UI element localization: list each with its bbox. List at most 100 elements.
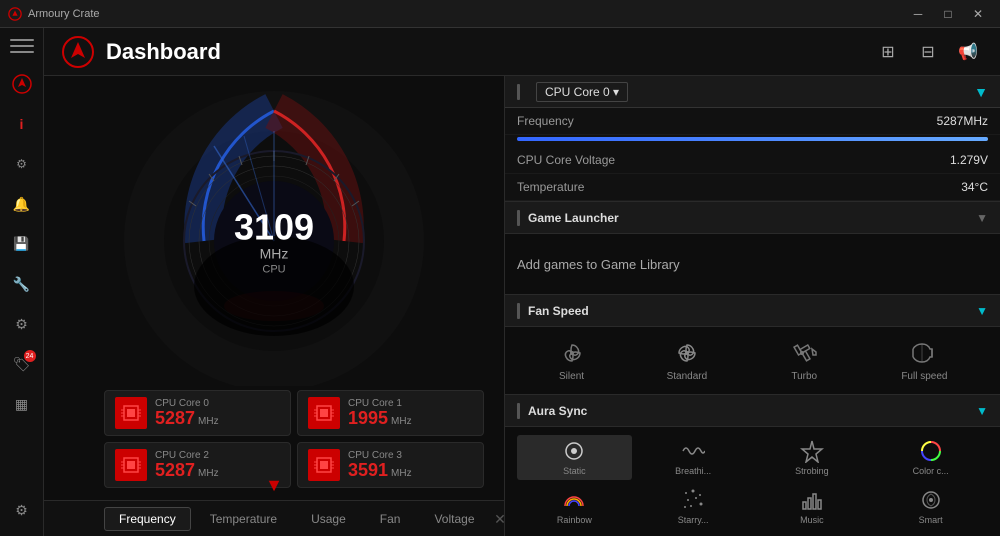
cpu-voltage-row: CPU Core Voltage 1.279V: [505, 147, 1000, 174]
tab-temperature[interactable]: Temperature: [195, 507, 292, 531]
core-card-0[interactable]: CPU Core 0 5287 MHz: [104, 390, 291, 436]
close-button[interactable]: ✕: [964, 0, 992, 28]
aura-chevron: ▼: [976, 404, 988, 418]
sidebar-item-grid[interactable]: ▦: [4, 386, 40, 422]
core-info-0: CPU Core 0 5287 MHz: [155, 398, 219, 429]
fan-mode-turbo[interactable]: Turbo: [780, 335, 828, 386]
rog-heart-icon: ▼: [265, 475, 283, 496]
sidebar-item-notifications[interactable]: 🔔: [4, 186, 40, 222]
aura-music-icon: [800, 488, 824, 512]
sidebar-item-tag[interactable]: 🏷 24: [4, 346, 40, 382]
sidebar-item-performance[interactable]: ⚙: [4, 306, 40, 342]
core-name-0: CPU Core 0: [155, 398, 219, 409]
temperature-label: Temperature: [517, 180, 961, 194]
core-unit-1: MHz: [391, 416, 412, 427]
sidebar-item-info[interactable]: i: [4, 106, 40, 142]
aura-starry[interactable]: Starry...: [636, 484, 751, 529]
cpu-core-select[interactable]: CPU Core 0 ▾: [536, 82, 628, 102]
fan-turbo-label: Turbo: [791, 371, 817, 382]
core-icon-2: [115, 449, 147, 481]
minimize-button[interactable]: ─: [904, 0, 932, 28]
fan-silent-label: Silent: [559, 371, 584, 382]
aura-breathing[interactable]: Breathi...: [636, 435, 751, 480]
gauge-label: CPU: [234, 264, 314, 276]
game-launcher-title: Game Launcher: [528, 211, 976, 225]
header-actions: ⊞ ⊟ 📢: [872, 36, 984, 68]
aura-color-cycle[interactable]: Color c...: [873, 435, 988, 480]
fan-fullspeed-label: Full speed: [901, 371, 947, 382]
cpu-widget-content: Frequency 5287MHz CPU Core Voltage 1.279…: [505, 108, 1000, 201]
aura-rainbow-label: Rainbow: [557, 515, 592, 525]
fan-speed-title: Fan Speed: [528, 304, 976, 318]
aura-rainbow-icon: [562, 488, 586, 512]
sidebar-item-tools[interactable]: 🔧: [4, 266, 40, 302]
aura-sync-header[interactable]: Aura Sync ▼: [505, 395, 1000, 427]
frequency-bar: [517, 137, 988, 141]
fan-mode-silent[interactable]: Silent: [550, 335, 594, 386]
core-card-3[interactable]: CPU Core 3 3591 MHz: [297, 442, 484, 488]
tab-voltage[interactable]: Voltage: [419, 507, 489, 531]
core-info-1: CPU Core 1 1995 MHz: [348, 398, 412, 429]
gauge-display: 3109 MHz CPU: [234, 210, 314, 276]
bottom-tabs: Frequency Temperature Usage Fan Voltage: [44, 500, 504, 536]
app-icon: [8, 7, 22, 21]
aura-strobing[interactable]: Strobing: [755, 435, 870, 480]
fan-standard-icon: [673, 339, 701, 367]
cpu-chip-icon-2: [120, 454, 142, 476]
fan-speed-widget: Fan Speed ▼ Silent: [505, 295, 1000, 395]
tab-frequency[interactable]: Frequency: [104, 507, 191, 531]
aura-static[interactable]: Static: [517, 435, 632, 480]
fan-speed-header[interactable]: Fan Speed ▼: [505, 295, 1000, 327]
view-grid-button[interactable]: ⊟: [912, 36, 944, 68]
core-info-2: CPU Core 2 5287 MHz: [155, 450, 219, 481]
fan-mode-fullspeed[interactable]: Full speed: [893, 335, 955, 386]
widget-border-accent: [517, 84, 520, 100]
sidebar-item-settings-bottom[interactable]: ⚙: [4, 492, 40, 528]
aura-sync-widget: Aura Sync ▼ Static: [505, 395, 1000, 536]
cpu-temperature-row: Temperature 34°C: [505, 174, 1000, 201]
view-list-button[interactable]: ⊞: [872, 36, 904, 68]
aura-border: [517, 403, 520, 419]
frequency-label: Frequency: [517, 114, 937, 128]
aura-breathing-label: Breathi...: [675, 466, 711, 476]
core-unit-2: MHz: [198, 468, 219, 479]
aura-music[interactable]: Music: [755, 484, 870, 529]
core-freq-2: 5287: [155, 461, 195, 481]
tab-fan[interactable]: Fan: [365, 507, 416, 531]
cpu-widget-chevron[interactable]: ▼: [974, 84, 988, 100]
fan-standard-label: Standard: [667, 371, 708, 382]
core-card-2[interactable]: CPU Core 2 5287 MHz: [104, 442, 291, 488]
menu-toggle[interactable]: [4, 32, 40, 60]
fan-speed-chevron: ▼: [976, 304, 988, 318]
header: Dashboard ⊞ ⊟ 📢: [44, 28, 1000, 76]
aura-static-label: Static: [563, 466, 586, 476]
bottom-close-icon[interactable]: ✕: [494, 511, 506, 528]
core-card-1[interactable]: CPU Core 1 1995 MHz: [297, 390, 484, 436]
aura-static-icon: [562, 439, 586, 463]
cpu-cores-grid: CPU Core 0 5287 MHz: [104, 390, 484, 488]
fan-mode-standard[interactable]: Standard: [659, 335, 716, 386]
core-unit-0: MHz: [198, 416, 219, 427]
tab-usage[interactable]: Usage: [296, 507, 361, 531]
maximize-button[interactable]: □: [934, 0, 962, 28]
game-launcher-chevron: ▼: [976, 211, 988, 225]
aura-smart[interactable]: Smart: [873, 484, 988, 529]
core-freq-3: 3591: [348, 461, 388, 481]
aura-sync-title: Aura Sync: [528, 404, 976, 418]
notifications-button[interactable]: 📢: [952, 36, 984, 68]
fan-speed-border: [517, 303, 520, 319]
sidebar-item-system[interactable]: ⚙: [4, 146, 40, 182]
aura-smart-label: Smart: [919, 515, 943, 525]
aura-rainbow[interactable]: Rainbow: [517, 484, 632, 529]
aura-music-label: Music: [800, 515, 824, 525]
cpu-frequency-row: Frequency 5287MHz: [505, 108, 1000, 135]
core-name-2: CPU Core 2: [155, 450, 219, 461]
aura-starry-label: Starry...: [678, 515, 709, 525]
game-launcher-widget: Game Launcher ▼ Add games to Game Librar…: [505, 202, 1000, 295]
notification-badge: 24: [24, 350, 36, 362]
aura-color-icon: [919, 439, 943, 463]
cpu-select-label: CPU Core 0 ▾: [545, 85, 619, 99]
sidebar-item-storage[interactable]: 💾: [4, 226, 40, 262]
window-controls: ─ □ ✕: [904, 0, 992, 28]
game-launcher-header[interactable]: Game Launcher ▼: [505, 202, 1000, 234]
